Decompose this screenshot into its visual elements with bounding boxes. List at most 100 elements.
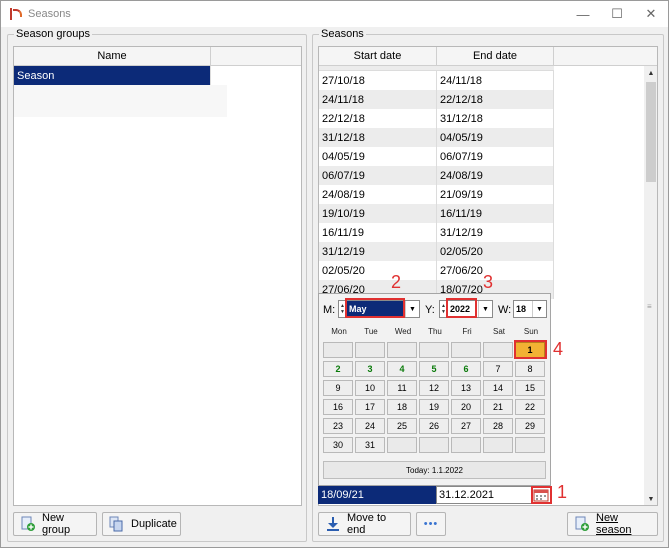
- end-date-cell[interactable]: 27/06/20: [437, 261, 554, 280]
- table-row[interactable]: 16/11/19 31/12/19: [319, 223, 554, 242]
- weekday-label: Mon: [331, 327, 347, 336]
- day-cell[interactable]: 17: [355, 399, 385, 415]
- day-cell[interactable]: 4: [387, 361, 417, 377]
- weekday-label: Tue: [364, 327, 378, 336]
- table-row[interactable]: 04/05/19 06/07/19: [319, 147, 554, 166]
- start-date-cell[interactable]: 04/05/19: [319, 147, 437, 166]
- table-row[interactable]: 31/12/18 04/05/19: [319, 128, 554, 147]
- day-cell[interactable]: 24: [355, 418, 385, 434]
- day-cell[interactable]: 6: [451, 361, 481, 377]
- new-group-label: New group: [42, 512, 71, 536]
- calendar-icon[interactable]: [533, 488, 549, 505]
- day-cell[interactable]: 14: [483, 380, 513, 396]
- day-cell[interactable]: 25: [387, 418, 417, 434]
- day-cell: [451, 342, 481, 358]
- day-cell[interactable]: 11: [387, 380, 417, 396]
- scroll-thumb[interactable]: [646, 82, 656, 182]
- start-date-cell[interactable]: 02/05/20: [319, 261, 437, 280]
- day-cell[interactable]: 29: [515, 418, 545, 434]
- table-row[interactable]: 19/10/19 16/11/19: [319, 204, 554, 223]
- end-date-cell[interactable]: 24/11/18: [437, 71, 554, 90]
- end-date-cell[interactable]: 24/08/19: [437, 166, 554, 185]
- more-options-button[interactable]: •••: [416, 512, 446, 536]
- day-cell[interactable]: 20: [451, 399, 481, 415]
- chevron-down-icon[interactable]: ▼: [405, 301, 419, 317]
- add-document-icon: [20, 516, 36, 532]
- table-row[interactable]: 31/12/19 02/05/20: [319, 242, 554, 261]
- scroll-up-icon[interactable]: ▲: [644, 66, 657, 80]
- start-date-cell[interactable]: 24/08/19: [319, 185, 437, 204]
- day-cell[interactable]: 26: [419, 418, 449, 434]
- new-season-button[interactable]: New season: [567, 512, 658, 536]
- move-to-end-button[interactable]: Move to end: [318, 512, 411, 536]
- table-row[interactable]: 24/11/18 22/12/18: [319, 90, 554, 109]
- duplicate-button[interactable]: Duplicate: [102, 512, 181, 536]
- day-cell[interactable]: 9: [323, 380, 353, 396]
- year-spin-icon[interactable]: ▲ ▼: [440, 301, 448, 317]
- start-date-cell[interactable]: 22/12/18: [319, 109, 437, 128]
- end-date-cell[interactable]: 02/05/20: [437, 242, 554, 261]
- maximize-button[interactable]: ☐: [600, 1, 634, 27]
- day-cell[interactable]: 22: [515, 399, 545, 415]
- day-cell[interactable]: 12: [419, 380, 449, 396]
- day-cell[interactable]: 30: [323, 437, 353, 453]
- day-cell[interactable]: 2: [323, 361, 353, 377]
- table-row[interactable]: 06/07/19 24/08/19: [319, 166, 554, 185]
- start-date-cell[interactable]: 27/10/18: [319, 71, 437, 90]
- day-cell[interactable]: 19: [419, 399, 449, 415]
- end-date-cell[interactable]: 21/09/19: [437, 185, 554, 204]
- week-select[interactable]: 18 ▼: [513, 300, 547, 318]
- chevron-down-icon[interactable]: ▼: [532, 301, 546, 317]
- day-cell-selected[interactable]: 1: [515, 342, 545, 358]
- month-spin-icon[interactable]: ▲ ▼: [339, 301, 347, 317]
- day-cell[interactable]: 28: [483, 418, 513, 434]
- close-button[interactable]: ✕: [634, 1, 668, 27]
- table-row[interactable]: 24/08/19 21/09/19: [319, 185, 554, 204]
- start-date-cell[interactable]: 31/12/18: [319, 128, 437, 147]
- chevron-down-icon[interactable]: ▼: [478, 301, 492, 317]
- day-cell[interactable]: 27: [451, 418, 481, 434]
- day-cell[interactable]: 23: [323, 418, 353, 434]
- start-date-editor[interactable]: 18/09/21: [318, 486, 436, 504]
- end-date-cell[interactable]: 06/07/19: [437, 147, 554, 166]
- day-cell[interactable]: 7: [483, 361, 513, 377]
- start-date-cell[interactable]: 24/11/18: [319, 90, 437, 109]
- end-date-cell[interactable]: 22/12/18: [437, 90, 554, 109]
- name-column-header[interactable]: Name: [14, 47, 211, 66]
- start-date-cell[interactable]: 16/11/19: [319, 223, 437, 242]
- table-row[interactable]: Season: [14, 66, 211, 85]
- end-date-cell[interactable]: 31/12/19: [437, 223, 554, 242]
- vertical-scrollbar[interactable]: ▲ ≡ ▼: [644, 66, 657, 505]
- start-date-cell[interactable]: 06/07/19: [319, 166, 437, 185]
- move-to-end-label: Move to end: [347, 512, 387, 536]
- end-date-column-header[interactable]: End date: [437, 47, 554, 66]
- day-cell[interactable]: 16: [323, 399, 353, 415]
- day-cell[interactable]: 10: [355, 380, 385, 396]
- scroll-down-icon[interactable]: ▼: [644, 492, 657, 505]
- table-row[interactable]: 22/12/18 31/12/18: [319, 109, 554, 128]
- minimize-button[interactable]: —: [566, 1, 600, 27]
- start-date-column-header[interactable]: Start date: [319, 47, 437, 66]
- day-cell[interactable]: 18: [387, 399, 417, 415]
- end-date-cell[interactable]: 04/05/19: [437, 128, 554, 147]
- day-cell[interactable]: 8: [515, 361, 545, 377]
- table-row[interactable]: 02/05/20 27/06/20: [319, 261, 554, 280]
- day-cell[interactable]: 31: [355, 437, 385, 453]
- day-cell[interactable]: 13: [451, 380, 481, 396]
- day-cell[interactable]: 3: [355, 361, 385, 377]
- group-name-cell[interactable]: Season: [14, 66, 211, 85]
- start-date-cell[interactable]: 31/12/19: [319, 242, 437, 261]
- today-button[interactable]: Today: 1.1.2022: [323, 461, 546, 479]
- start-date-cell[interactable]: 19/10/19: [319, 204, 437, 223]
- month-select[interactable]: ▲ ▼ May ▼: [338, 300, 420, 318]
- end-date-cell[interactable]: 31/12/18: [437, 109, 554, 128]
- year-select[interactable]: ▲ ▼ 2022 ▼: [439, 300, 493, 318]
- day-cell[interactable]: 5: [419, 361, 449, 377]
- day-cell[interactable]: 15: [515, 380, 545, 396]
- table-row[interactable]: 27/10/18 24/11/18: [319, 71, 554, 90]
- day-cell[interactable]: 21: [483, 399, 513, 415]
- end-date-cell[interactable]: 16/11/19: [437, 204, 554, 223]
- new-group-button[interactable]: New group: [13, 512, 97, 536]
- season-groups-legend: Season groups: [14, 28, 92, 40]
- day-cell: [483, 437, 513, 453]
